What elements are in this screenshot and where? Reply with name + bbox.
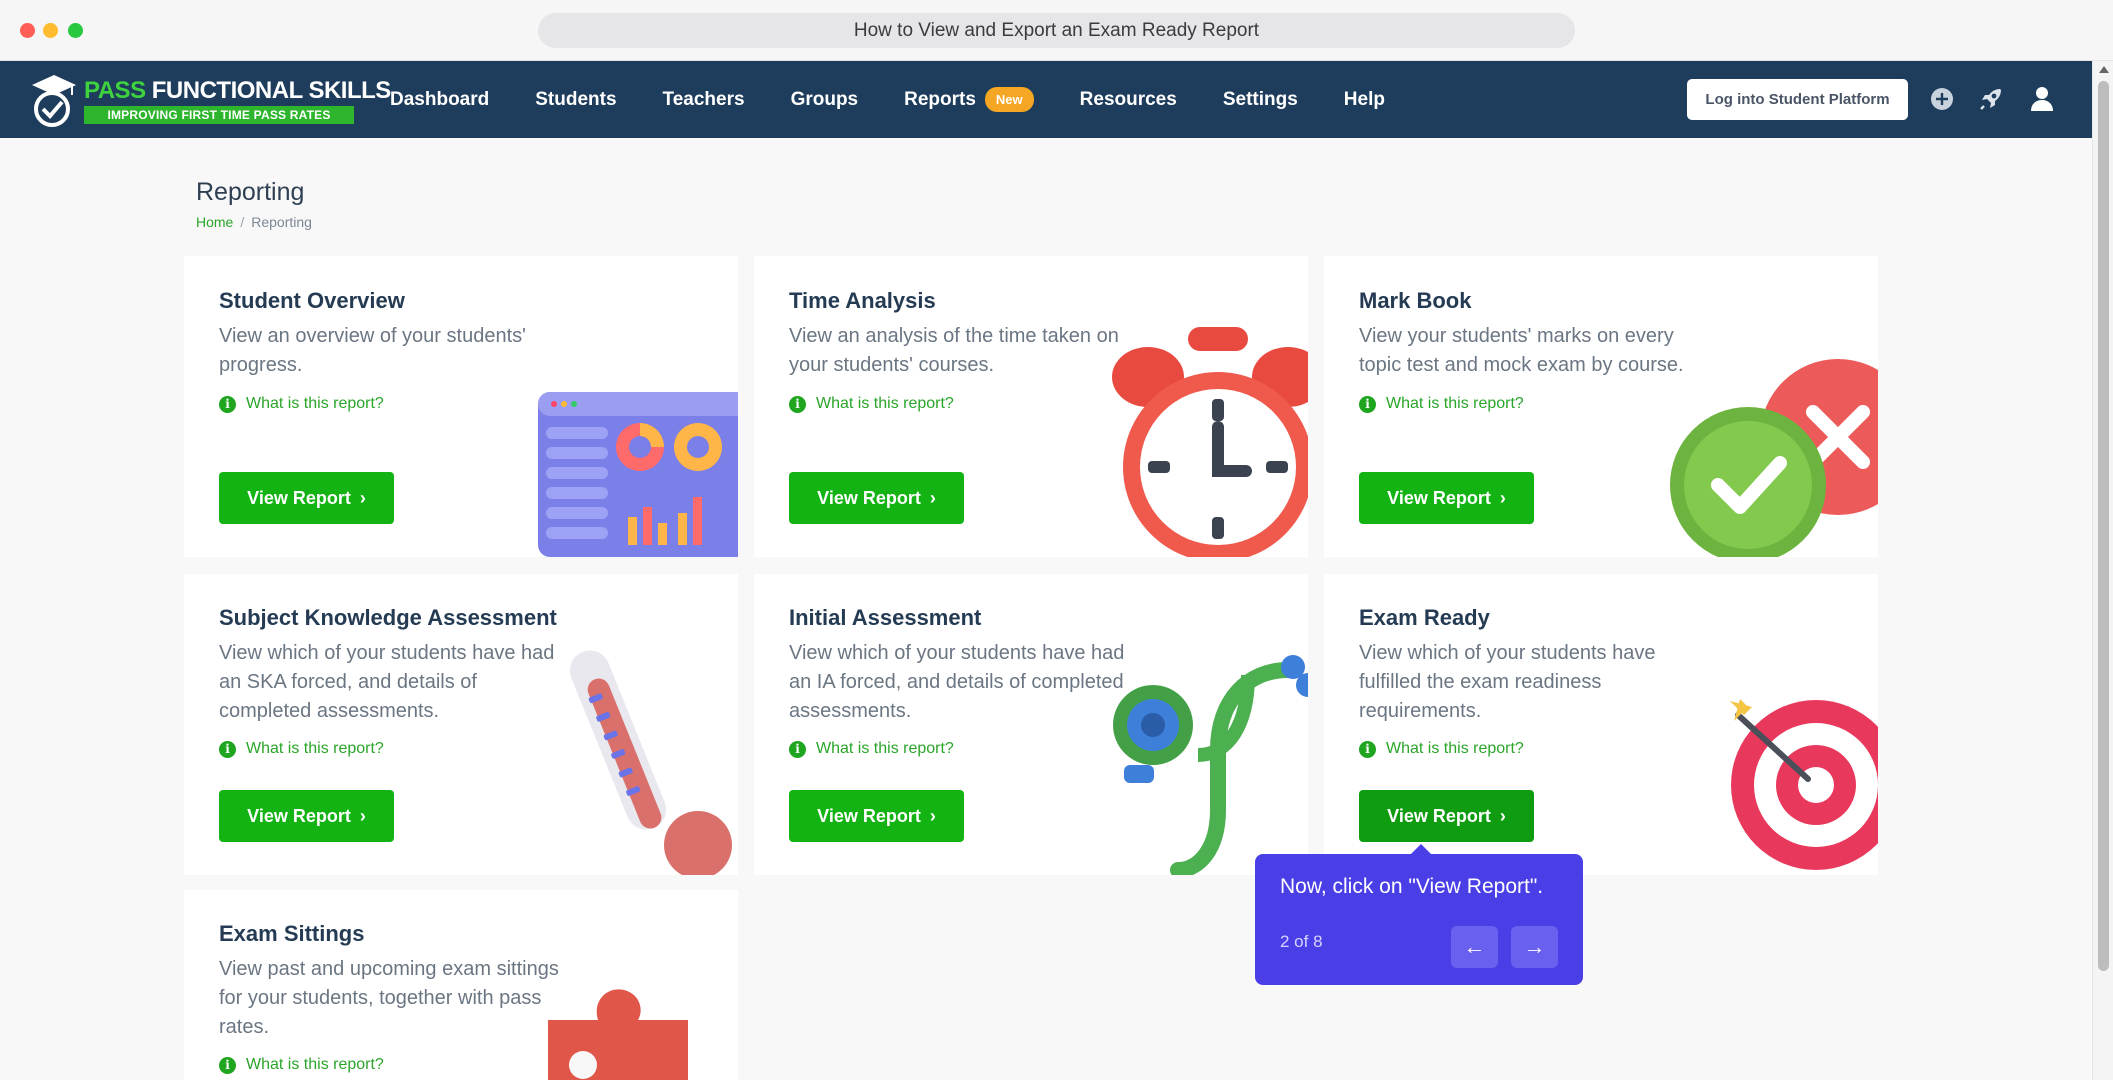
card-description: View past and upcoming exam sittings for… bbox=[219, 958, 559, 1038]
view-report-button[interactable]: View Report › bbox=[789, 790, 964, 842]
scroll-thumb[interactable] bbox=[2098, 81, 2109, 971]
top-navbar: PASS FUNCTIONAL SKILLS IMPROVING FIRST T… bbox=[0, 61, 2092, 138]
minimize-window-button[interactable] bbox=[43, 23, 58, 38]
tooltip-step-counter: 2 of 8 bbox=[1280, 932, 1323, 951]
nav-item-groups[interactable]: Groups bbox=[791, 89, 859, 111]
info-icon: i bbox=[219, 740, 236, 758]
report-card-initial-assessment: Initial Assessment View which of your st… bbox=[754, 574, 1308, 875]
chevron-right-icon: › bbox=[1499, 487, 1506, 508]
card-description: View an overview of your students' progr… bbox=[219, 325, 526, 376]
nav-item-help[interactable]: Help bbox=[1344, 89, 1385, 111]
breadcrumb-current: Reporting bbox=[251, 214, 312, 230]
logo-tagline: IMPROVING FIRST TIME PASS RATES bbox=[84, 106, 354, 124]
arrow-left-icon: ← bbox=[1463, 934, 1486, 959]
chevron-right-icon: › bbox=[359, 805, 366, 826]
what-is-this-report-link[interactable]: i What is this report? bbox=[1359, 395, 1524, 413]
view-report-button[interactable]: View Report › bbox=[1359, 790, 1534, 842]
main-content: Reporting Home / Reporting Student Overvie… bbox=[0, 138, 2092, 1080]
tooltip-text: Now, click on "View Report". bbox=[1280, 875, 1544, 898]
info-icon: i bbox=[789, 395, 806, 413]
logo-title: PASS FUNCTIONAL SKILLS bbox=[84, 77, 391, 104]
info-icon: i bbox=[789, 740, 806, 758]
card-title: Initial Assessment bbox=[789, 605, 982, 630]
what-is-this-report-link[interactable]: i What is this report? bbox=[1359, 740, 1524, 758]
logo[interactable]: PASS FUNCTIONAL SKILLS IMPROVING FIRST T… bbox=[30, 73, 391, 129]
student-platform-button[interactable]: Log into Student Platform bbox=[1687, 79, 1908, 120]
browser-chrome: How to View and Export an Exam Ready Rep… bbox=[0, 0, 2113, 61]
page-title: Reporting bbox=[196, 178, 305, 206]
address-bar[interactable]: How to View and Export an Exam Ready Rep… bbox=[538, 13, 1575, 48]
card-description: View which of your students have had an … bbox=[219, 642, 555, 722]
card-title: Time Analysis bbox=[789, 288, 936, 313]
user-icon[interactable] bbox=[2028, 85, 2056, 113]
card-description: View which of your students have had an … bbox=[789, 642, 1125, 722]
close-window-button[interactable] bbox=[20, 23, 35, 38]
card-description: View which of your students have fulfill… bbox=[1359, 642, 1656, 722]
report-card-time-analysis: Time Analysis View an analysis of the ti… bbox=[754, 256, 1308, 557]
new-badge: New bbox=[984, 87, 1034, 112]
what-is-this-report-link[interactable]: i What is this report? bbox=[219, 1056, 384, 1074]
report-card-mark-book: Mark Book View your students' marks on e… bbox=[1324, 256, 1878, 557]
nav-item-dashboard[interactable]: Dashboard bbox=[390, 89, 489, 111]
info-icon: i bbox=[1359, 740, 1376, 758]
breadcrumb-home-link[interactable]: Home bbox=[196, 214, 233, 230]
scroll-up-icon[interactable] bbox=[2099, 66, 2109, 73]
card-title: Subject Knowledge Assessment bbox=[219, 605, 557, 630]
card-title: Student Overview bbox=[219, 288, 405, 313]
nav-item-settings[interactable]: Settings bbox=[1223, 89, 1298, 111]
nav-item-reports[interactable]: Reports New bbox=[904, 87, 1034, 112]
chevron-right-icon: › bbox=[929, 805, 936, 826]
stethoscope-illustration bbox=[1113, 655, 1308, 875]
report-card-exam-sittings: Exam Sittings View past and upcoming exa… bbox=[184, 890, 738, 1080]
view-report-button[interactable]: View Report › bbox=[789, 472, 964, 524]
arrow-right-icon: → bbox=[1523, 934, 1546, 959]
view-report-button[interactable]: View Report › bbox=[1359, 472, 1534, 524]
info-icon: i bbox=[219, 1056, 236, 1074]
what-is-this-report-link[interactable]: i What is this report? bbox=[789, 395, 954, 413]
view-report-button[interactable]: View Report › bbox=[219, 472, 394, 524]
chevron-right-icon: › bbox=[1499, 805, 1506, 826]
report-card-student-overview: Student Overview View an overview of you… bbox=[184, 256, 738, 557]
plus-circle-icon[interactable] bbox=[1928, 85, 1956, 113]
thermometer-illustration bbox=[569, 650, 732, 875]
check-cross-illustration bbox=[1670, 359, 1878, 557]
nav-item-students[interactable]: Students bbox=[535, 89, 616, 111]
what-is-this-report-link[interactable]: i What is this report? bbox=[219, 395, 384, 413]
next-step-button[interactable]: → bbox=[1511, 926, 1558, 968]
breadcrumb: Home / Reporting bbox=[196, 214, 312, 230]
graduation-check-icon bbox=[32, 75, 76, 127]
guide-tooltip: Now, click on "View Report". 2 of 8 ← → bbox=[1255, 854, 1583, 985]
previous-step-button[interactable]: ← bbox=[1451, 926, 1498, 968]
card-title: Exam Ready bbox=[1359, 605, 1490, 630]
card-description: View an analysis of the time taken on yo… bbox=[789, 325, 1119, 376]
chevron-right-icon: › bbox=[359, 487, 366, 508]
report-card-exam-ready: Exam Ready View which of your students h… bbox=[1324, 574, 1878, 875]
puzzle-illustration bbox=[548, 989, 688, 1080]
card-description: View your students' marks on every topic… bbox=[1359, 325, 1684, 376]
chevron-right-icon: › bbox=[929, 487, 936, 508]
alarm-clock-illustration bbox=[1112, 327, 1308, 557]
nav-item-resources[interactable]: Resources bbox=[1080, 89, 1177, 111]
what-is-this-report-link[interactable]: i What is this report? bbox=[789, 740, 954, 758]
page-scrollbar[interactable] bbox=[2092, 61, 2113, 1080]
info-icon: i bbox=[219, 395, 236, 413]
card-title: Exam Sittings bbox=[219, 921, 365, 946]
target-illustration bbox=[1730, 699, 1878, 870]
view-report-button[interactable]: View Report › bbox=[219, 790, 394, 842]
rocket-icon[interactable] bbox=[1977, 85, 2005, 113]
what-is-this-report-link[interactable]: i What is this report? bbox=[219, 740, 384, 758]
nav-item-teachers[interactable]: Teachers bbox=[663, 89, 745, 111]
maximize-window-button[interactable] bbox=[68, 23, 83, 38]
info-icon: i bbox=[1359, 395, 1376, 413]
card-title: Mark Book bbox=[1359, 288, 1472, 313]
nav-menu: Dashboard Students Teachers Groups Repor… bbox=[390, 61, 1431, 138]
report-card-subject-knowledge-assessment: Subject Knowledge Assessment View which … bbox=[184, 574, 738, 875]
dashboard-illustration bbox=[538, 392, 738, 557]
